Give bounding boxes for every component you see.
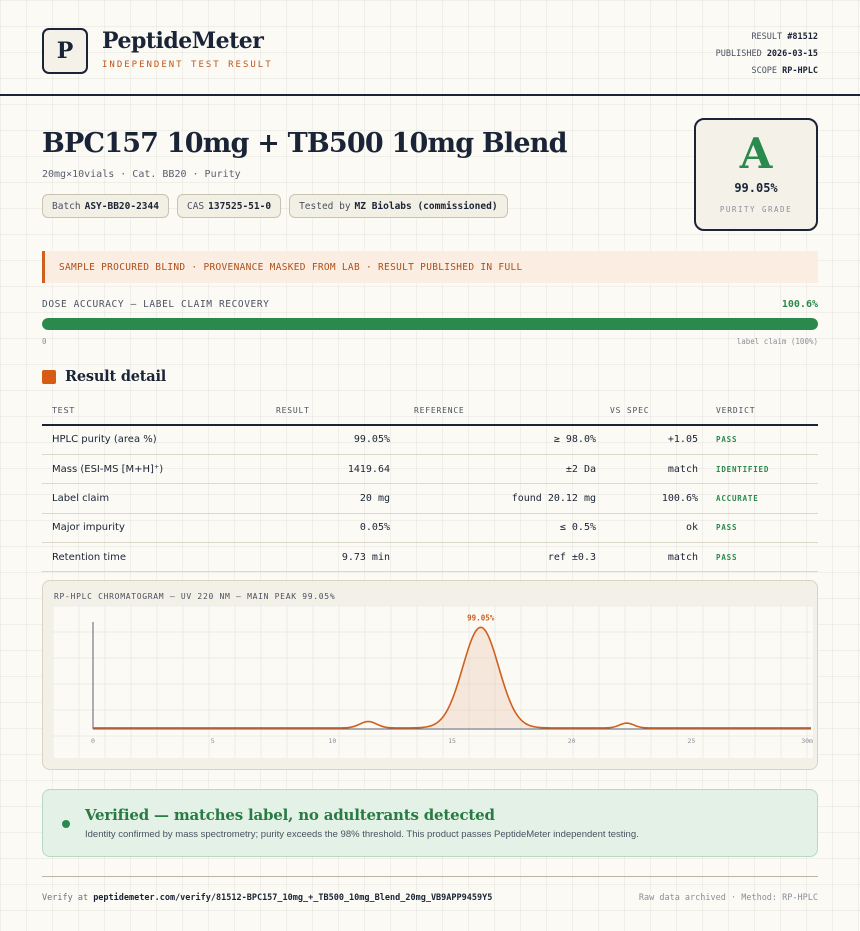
meta-scope: SCOPE RP-HPLC — [751, 66, 818, 76]
result-detail-title: Result detail — [65, 368, 167, 385]
meta-published: PUBLISHED 2026-03-15 — [715, 49, 818, 59]
cell-result: 9.73 min — [266, 542, 390, 573]
grade-value: 99.05% — [734, 181, 778, 195]
cell-reference: ≥ 98.0% — [390, 425, 596, 455]
dose-accuracy-bar-fill — [42, 318, 818, 330]
cell-vs-spec: 100.6% — [596, 483, 698, 514]
cell-result: 99.05% — [266, 425, 390, 455]
purity-grade-card: A 99.05% PURITY GRADE — [694, 118, 818, 231]
cell-test: Retention time — [42, 542, 266, 573]
verify-url[interactable]: peptidemeter.com/verify/81512-BPC157_10m… — [93, 893, 492, 903]
report-header: P PeptideMeter INDEPENDENT TEST RESULT R… — [0, 0, 860, 96]
cell-result: 20 mg — [266, 483, 390, 514]
table-row: Label claim 20 mg found 20.12 mg 100.6% … — [42, 483, 818, 514]
dose-bar-min-label: 0 — [42, 337, 47, 346]
verified-banner: Verified — matches label, no adulterants… — [42, 789, 818, 857]
cell-result: 1419.64 — [266, 454, 390, 485]
chromatogram-title: RP-HPLC CHROMATOGRAM — UV 220 NM — MAIN … — [54, 592, 336, 601]
table-row: HPLC purity (area %) 99.05% ≥ 98.0% +1.0… — [42, 425, 818, 455]
chart-x-tick-label: 15 — [448, 737, 456, 745]
report-meta: RESULT #81512 PUBLISHED 2026-03-15 SCOPE… — [716, 29, 818, 80]
chart-x-tick-label: 5 — [211, 737, 215, 745]
cell-vs-spec: match — [596, 454, 698, 485]
chart-x-tick-label: 0 — [91, 737, 95, 745]
chart-x-tick-label: 10 — [328, 737, 336, 745]
brand-subtitle: INDEPENDENT TEST RESULT — [102, 60, 273, 70]
cell-reference: ±2 Da — [390, 454, 596, 485]
dose-accuracy-percent: 100.6% — [781, 299, 818, 310]
cell-reference: ref ±0.3 — [390, 542, 596, 573]
cell-reference: found 20.12 mg — [390, 483, 596, 514]
cell-vs-spec: match — [596, 542, 698, 573]
chromatogram-chart: 0 5 10 15 20 25 30min 99.05% — [53, 606, 813, 758]
table-row: Mass (ESI-MS [M+H]⁺) 1419.64 ±2 Da match… — [42, 454, 818, 485]
chart-x-tick-label: 20 — [568, 737, 576, 745]
product-subtitle: 20mg×10vials · Cat. BB20 · Purity — [42, 169, 241, 180]
cell-test: Label claim — [42, 483, 266, 514]
cell-vs-spec: ok — [596, 513, 698, 544]
cell-verdict: ACCURATE — [698, 483, 818, 514]
footer-divider — [42, 876, 818, 877]
dose-bar-max-label: label claim (100%) — [736, 337, 818, 346]
grade-letter: A — [739, 129, 773, 178]
col-result: RESULT — [266, 397, 390, 426]
result-table: TEST RESULT REFERENCE VS SPEC VERDICT HP… — [42, 397, 818, 573]
verified-description: Identity confirmed by mass spectrometry;… — [85, 829, 639, 840]
product-title: BPC157 10mg + TB500 10mg Blend — [42, 128, 567, 159]
product-chips: Batch ASY-BB20-2344 CAS 137525-51-0 Tested… — [42, 194, 508, 218]
cell-verdict: PASS — [698, 425, 818, 455]
chromatogram-panel: RP-HPLC CHROMATOGRAM — UV 220 NM — MAIN … — [42, 580, 818, 770]
verified-title: Verified — matches label, no adulterants… — [85, 806, 495, 824]
verified-dot-icon — [62, 820, 70, 828]
tested-by-chip: Tested by MZ Biolabs (commissioned) — [289, 194, 508, 218]
main-peak-label: 99.05% — [467, 613, 495, 622]
cell-verdict: PASS — [698, 542, 818, 573]
cell-vs-spec: +1.05 — [596, 425, 698, 455]
cell-reference: ≤ 0.5% — [390, 513, 596, 544]
cas-chip: CAS 137525-51-0 — [176, 194, 282, 218]
col-reference: REFERENCE — [390, 397, 596, 426]
verify-link-text: Verify at peptidemeter.com/verify/81512-… — [42, 893, 493, 903]
cell-verdict: IDENTIFIED — [698, 454, 818, 485]
batch-chip: Batch ASY-BB20-2344 — [42, 194, 169, 218]
grade-label: PURITY GRADE — [719, 205, 793, 214]
table-row: Retention time 9.73 min ref ±0.3 match P… — [42, 542, 818, 573]
section-marker-icon — [42, 370, 56, 384]
footer-method: Raw data archived · Method: RP-HPLC — [638, 893, 818, 903]
col-vs-spec: VS SPEC — [596, 397, 698, 426]
cell-test: HPLC purity (area %) — [42, 425, 266, 455]
chart-plot-background — [53, 606, 813, 758]
col-test: TEST — [42, 397, 266, 426]
table-row: Major impurity 0.05% ≤ 0.5% ok PASS — [42, 513, 818, 544]
cell-test: Major impurity — [42, 513, 266, 544]
chart-x-tick-label: 30min — [801, 737, 813, 745]
cell-verdict: PASS — [698, 513, 818, 544]
col-verdict: VERDICT — [698, 397, 818, 426]
brand-name: PeptideMeter — [102, 28, 264, 54]
sampling-notice: SAMPLE PROCURED BLIND · PROVENANCE MASKE… — [42, 251, 818, 283]
cell-test: Mass (ESI-MS [M+H]⁺) — [42, 454, 266, 485]
chart-x-tick-label: 25 — [687, 737, 695, 745]
dose-accuracy-label: DOSE ACCURACY — LABEL CLAIM RECOVERY — [42, 299, 270, 310]
dose-accuracy-bar — [42, 318, 818, 330]
meta-result: RESULT #81512 — [751, 32, 818, 42]
brand-logo: P — [42, 28, 88, 74]
result-table-header: TEST RESULT REFERENCE VS SPEC VERDICT — [42, 397, 818, 426]
cell-result: 0.05% — [266, 513, 390, 544]
